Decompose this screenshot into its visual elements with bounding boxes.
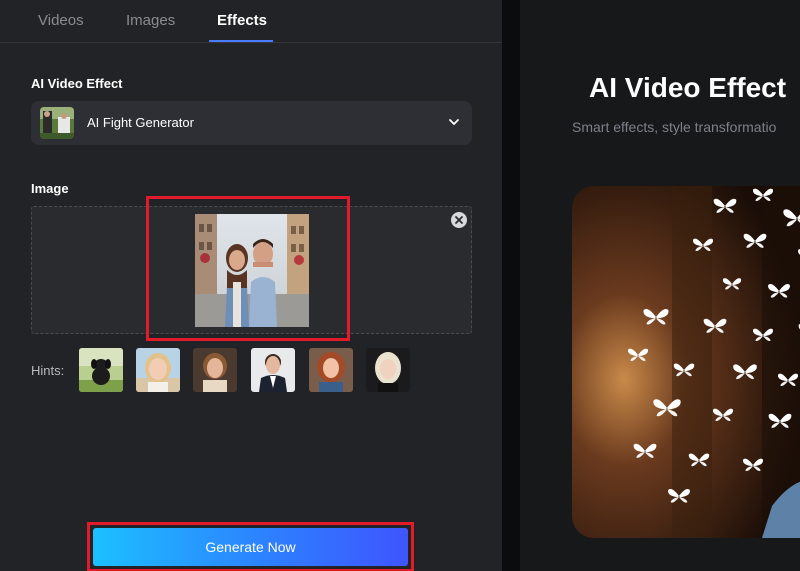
tab-images[interactable]: Images — [126, 12, 175, 29]
effect-section-label: AI Video Effect — [31, 76, 123, 91]
effect-select[interactable]: AI Fight Generator — [31, 101, 472, 145]
hint-thumb-girl-blonde[interactable] — [136, 348, 180, 392]
hint-thumb-woman-redhead[interactable] — [309, 348, 353, 392]
hint-thumb-woman-vintage[interactable] — [193, 348, 237, 392]
preview-title: AI Video Effect — [589, 72, 787, 103]
image-section-label: Image — [31, 181, 69, 196]
panel-divider — [502, 0, 520, 571]
image-upload-area[interactable] — [31, 206, 472, 334]
hint-thumb-man-suit[interactable] — [251, 348, 295, 392]
uploaded-couple-photo — [195, 214, 309, 327]
close-icon — [455, 216, 463, 224]
hint-thumb-woman-platinum[interactable] — [366, 348, 410, 392]
effect-select-value: AI Fight Generator — [87, 115, 194, 130]
tab-videos[interactable]: Videos — [38, 12, 84, 29]
fight-scene-thumbnail — [40, 107, 74, 139]
generate-now-button[interactable]: Generate Now — [93, 528, 408, 566]
hints-label: Hints: — [31, 363, 65, 378]
active-tab-indicator — [209, 40, 273, 42]
hint-thumb-puppy[interactable] — [79, 348, 123, 392]
settings-panel: Videos Images Effects AI Video Effect AI… — [0, 0, 502, 571]
generate-highlight-box: Generate Now — [87, 522, 414, 571]
preview-panel: AI Video Effect Smart effects, style tra… — [520, 0, 800, 571]
tab-effects[interactable]: Effects — [217, 12, 267, 29]
generate-now-label: Generate Now — [205, 539, 296, 555]
tab-bar: Videos Images Effects — [0, 0, 502, 43]
preview-subtitle: Smart effects, style transformatio — [572, 119, 777, 135]
butterflies-preview-image — [572, 186, 800, 538]
remove-image-button[interactable] — [451, 212, 467, 228]
chevron-down-icon — [449, 119, 459, 125]
